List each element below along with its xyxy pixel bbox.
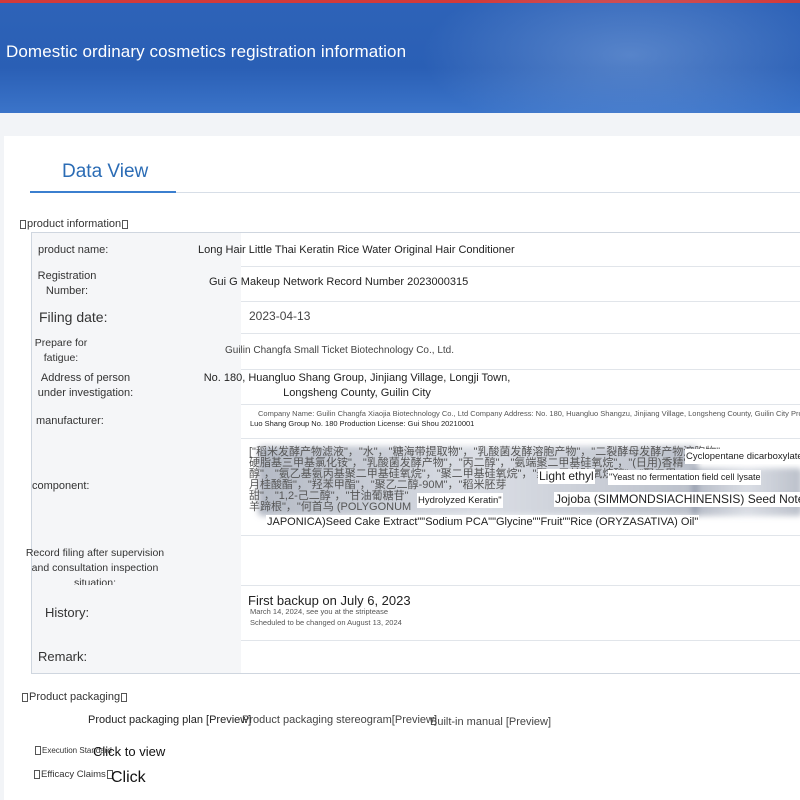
component-en-jojoba: Jojoba (SIMMONDSIACHINENSIS) Seed Note (554, 492, 800, 507)
component-en-light-ethyl: Light ethyl (538, 469, 595, 484)
tab-divider (176, 192, 800, 193)
registration-value: Gui G Makeup Network Record Number 20230… (209, 276, 469, 288)
table-row-history: History: First backup on July 6, 2023 Ma… (32, 585, 800, 641)
history-main: First backup on July 6, 2023 (248, 593, 411, 608)
table-row-component: component: ["稻米发酵产物滤液"，"水"，"糖海带提取物"，"乳酸菌… (32, 438, 800, 536)
address-value: No. 180, Huangluo Shang Group, Jinjiang … (203, 372, 511, 399)
efficacy-claims-header: Efficacy Claims (33, 769, 114, 780)
page-title: Domestic ordinary cosmetics registration… (6, 42, 407, 61)
component-en-last-line: JAPONICA)Seed Cake Extract""Sodium PCA""… (266, 515, 700, 530)
tab-active-underline (30, 191, 176, 193)
product-info-section-title: product information (27, 218, 122, 230)
registration-label: Registration Number: (37, 270, 97, 297)
bracket-close-icon (121, 692, 128, 702)
table-row-remark: Remark: (32, 640, 800, 673)
header-banner: Domestic ordinary cosmetics registration… (0, 0, 800, 113)
builtin-manual-preview-link[interactable]: Built-in manual [Preview] (430, 716, 551, 728)
component-en-yeast: "Yeast no fermentation field cell lysate (608, 470, 762, 485)
history-sub1: March 14, 2024, see you at the stripteas… (250, 607, 388, 616)
execution-standard-view-link[interactable]: Click to view (93, 744, 165, 759)
packaging-plan-preview-link[interactable]: Product packaging plan [Preview] (88, 714, 251, 726)
table-row-record-filing: Record filing after supervision and cons… (26, 535, 800, 589)
component-label: component: (32, 480, 90, 492)
efficacy-claims-label: Efficacy Claims (41, 769, 106, 780)
table-row-prepare: Prepare for fatigue: Guilin Changfa Smal… (32, 333, 800, 370)
prepare-value: Guilin Changfa Small Ticket Biotechnolog… (225, 345, 455, 356)
packaging-stereogram-preview-link[interactable]: Product packaging stereogram[Preview] (242, 714, 437, 726)
tab-data-view[interactable]: Data View (62, 161, 148, 183)
packaging-section-header: Product packaging (21, 691, 128, 703)
bracket-close-icon (122, 219, 129, 229)
prepare-label: Prepare for fatigue: (34, 337, 88, 364)
table-row-filing-date: Filing date: 2023-04-13 (32, 301, 800, 334)
component-en-cyclopentane: Cyclopentane dicarboxylate (685, 449, 800, 464)
bracket-open-icon (35, 746, 41, 756)
filing-date-label: Filing date: (39, 309, 108, 325)
manufacturer-value-line1: Company Name: Guilin Changfa Xiaojia Bio… (258, 409, 800, 418)
table-row-product-name: product name: Long Hair Little Thai Kera… (32, 233, 800, 267)
product-name-value: Long Hair Little Thai Keratin Rice Water… (198, 244, 515, 256)
banner-glow (420, 0, 800, 113)
component-cn-line6: 羊蹄根"，"何首乌 (POLYGONUM (249, 501, 412, 513)
table-row-address: Address of person under investigation: N… (32, 369, 800, 405)
table-row-manufacturer: manufacturer: Company Name: Guilin Chang… (32, 404, 800, 439)
product-info-table: product name: Long Hair Little Thai Kera… (26, 232, 800, 674)
bracket-open-icon (20, 219, 26, 229)
table-row-registration: Registration Number: Gui G Makeup Networ… (32, 266, 800, 302)
bracket-open-icon (34, 769, 40, 779)
efficacy-claims-click-link[interactable]: Click (111, 769, 146, 787)
history-label: History: (45, 605, 90, 620)
manufacturer-label: manufacturer: (36, 415, 104, 427)
manufacturer-value-line2: Luo Shang Group No. 180 Production Licen… (250, 419, 475, 428)
bracket-open-icon (22, 692, 28, 702)
remark-label: Remark: (38, 649, 88, 664)
history-sub2: Scheduled to be changed on August 13, 20… (250, 618, 402, 627)
packaging-section-title: Product packaging (29, 691, 121, 703)
product-info-section-header: product information (19, 218, 129, 230)
address-label: Address of person under investigation: (37, 372, 134, 399)
component-en-hydrolyzed: Hydrolyzed Keratin" (417, 493, 503, 508)
filing-date-value: 2023-04-13 (249, 309, 311, 323)
